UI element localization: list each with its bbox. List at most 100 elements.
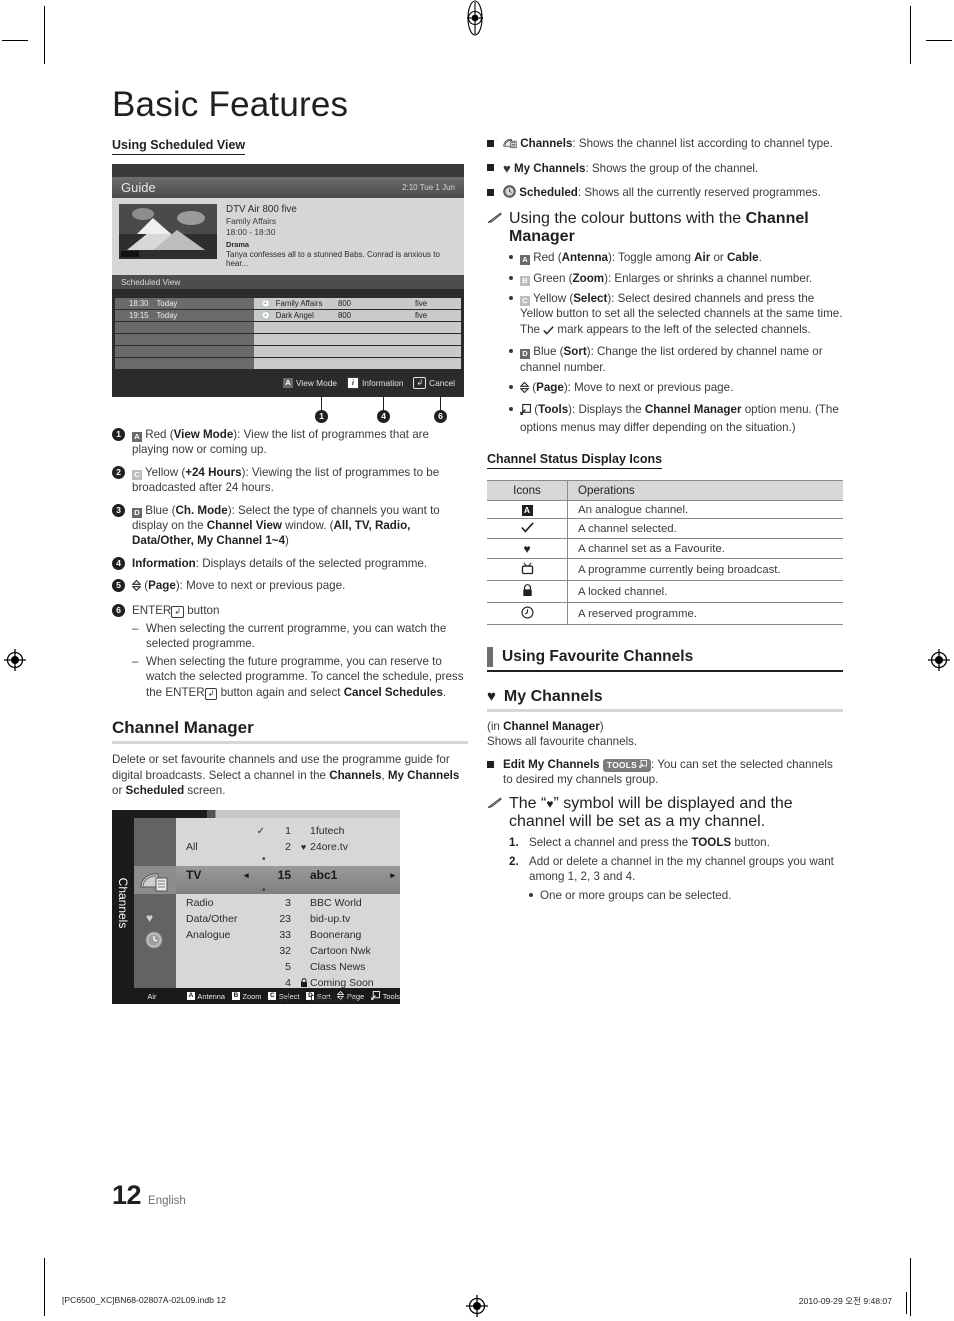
footer-timestamp: 2010-09-29 오전 9:48:07 xyxy=(798,1296,892,1306)
heart-icon[interactable]: ♥ xyxy=(146,911,153,925)
intro-my-channels: My Channels xyxy=(387,768,460,782)
reserved-clock-icon: 🕘 xyxy=(261,299,271,308)
crop-mark-top-right xyxy=(910,6,911,64)
scheduled-row[interactable]: 18:30 Today 🕘 Family Affairs 800 five xyxy=(115,298,461,309)
cm-top-strip xyxy=(112,810,400,819)
scheduled-rows: 18:30 Today 🕘 Family Affairs 800 five 19… xyxy=(112,298,464,369)
programme-synopsis: Tanya confesses all to a stunned Babs. C… xyxy=(226,250,440,268)
page-language: English xyxy=(148,1195,186,1207)
red-key-icon: A xyxy=(283,378,294,388)
lock-icon xyxy=(297,977,310,989)
right-arrow-icon[interactable]: ▸ xyxy=(390,870,395,881)
scheduled-row[interactable] xyxy=(115,358,461,369)
scheduled-row[interactable] xyxy=(115,322,461,333)
cm-channel-number: 3 xyxy=(285,897,291,910)
legend-number: 6 xyxy=(112,603,125,617)
table-row: A channel selected. xyxy=(487,518,843,540)
enter-key-icon: ↲ xyxy=(413,377,427,389)
crop-mark-bottom-left xyxy=(44,1258,45,1316)
cm-row[interactable]: Radio 3 BBC World xyxy=(176,895,400,911)
row-number: 800 xyxy=(338,299,352,308)
cm-row[interactable]: 5 Class News xyxy=(176,959,400,975)
heading-text: My Channels xyxy=(503,687,603,705)
channel-manager-intro: Delete or set favourite channels and use… xyxy=(112,752,468,798)
cm-row[interactable]: Analogue 33 Boonerang xyxy=(176,927,400,943)
crop-mark-bottom-right xyxy=(910,1258,911,1316)
guide-spacer xyxy=(112,289,464,298)
scheduled-row[interactable] xyxy=(115,334,461,345)
cm-category[interactable]: Data/Other xyxy=(176,913,252,925)
heading-channel-manager: Channel Manager xyxy=(112,718,254,738)
cm-channel-name: 24ore.tv xyxy=(310,841,348,854)
guide-titlebar: Guide 2:10 Tue 1 Jun xyxy=(112,177,464,198)
left-arrow-icon[interactable]: ◂ xyxy=(244,870,249,881)
legend-bold: Page xyxy=(148,579,176,593)
my-channels-steps: 1. Select a channel and press the TOOLS … xyxy=(509,835,843,908)
note-lead: Using the colour buttons with the xyxy=(509,210,746,228)
legend-text: : Displays details of the selected progr… xyxy=(195,556,428,570)
dot-bullet xyxy=(509,255,513,260)
cm-category[interactable]: Analogue xyxy=(176,929,252,941)
right-column: Channels: Shows the channel list accordi… xyxy=(487,136,843,915)
legend-subtext-d: Cancel Schedules xyxy=(343,685,443,699)
cm-row[interactable]: 32 Cartoon Nwk xyxy=(176,943,400,959)
scheduled-row[interactable]: 19:15 Today 🕘 Dark Angel 800 five xyxy=(115,310,461,321)
clock-icon[interactable] xyxy=(145,931,163,954)
cm-row[interactable]: All 2 ♥ 24ore.tv xyxy=(176,839,400,855)
cm-channel-number: 33 xyxy=(279,929,291,942)
green-key-icon: B xyxy=(520,275,530,286)
tools-icon xyxy=(520,404,531,419)
legend-bold: Information xyxy=(132,556,196,570)
guide-button-cancel[interactable]: ↲ Cancel xyxy=(413,377,455,389)
colour-item-zoom: B Green (Zoom): Enlarges or shrinks a ch… xyxy=(509,271,843,286)
my-channels-note: The “♥” symbol will be displayed and the… xyxy=(487,795,843,911)
operation-text: A locked channel. xyxy=(567,580,843,604)
cm-channel-number: 15 xyxy=(277,868,291,883)
heading-rule xyxy=(487,670,843,672)
row-prog-cell: 🕘 Family Affairs 800 five xyxy=(254,298,461,309)
tools-chip[interactable]: TOOLS xyxy=(602,758,651,772)
cm-row[interactable]: ✓ 1 1futech xyxy=(176,823,400,839)
operation-text: A reserved programme. xyxy=(567,602,843,626)
legend-item-5: 5 (Page): Move to next or previous page. xyxy=(112,578,468,595)
substep-item: One or more groups can be selected. xyxy=(529,888,843,903)
colour-text: ): Toggle among xyxy=(607,251,695,265)
dot-bullet xyxy=(509,407,513,412)
note-a: The “ xyxy=(509,795,547,813)
cm-category-selected[interactable]: TV xyxy=(176,868,252,882)
row-programme: Family Affairs xyxy=(275,299,323,308)
heading-using-favourite-channels: Using Favourite Channels xyxy=(487,647,843,668)
legend-bold: +24 Hours xyxy=(185,465,242,479)
cm-channel-name: Cartoon Nwk xyxy=(310,945,371,958)
channels-icon[interactable] xyxy=(139,872,171,897)
cm-vertical-rail: Channels xyxy=(112,818,134,989)
heading-using-scheduled-view: Using Scheduled View xyxy=(112,138,246,155)
row-time-cell: 19:15 Today xyxy=(115,310,254,321)
cm-icon-rail: ♥ xyxy=(134,818,176,989)
legend-number: 1 xyxy=(112,428,125,441)
callout-marker: 1 xyxy=(315,410,328,423)
manual-page: Basic Features Using Scheduled View Guid… xyxy=(0,0,954,1321)
colour-item-antenna: A Red (Antenna): Toggle among Air or Cab… xyxy=(509,250,843,266)
info-key-icon: i xyxy=(346,377,359,389)
legend-prefix: Blue ( xyxy=(145,503,176,517)
step-text-a: Select a channel and press the xyxy=(529,836,692,850)
channel-status-icons-table: Icons Operations A An analogue channel. xyxy=(487,480,843,626)
guide-button-information[interactable]: i Information xyxy=(346,377,403,389)
colour-bold: Sort xyxy=(563,345,587,359)
cm-row-selected[interactable]: TV ◂ 15 abc1 ▸ xyxy=(176,861,400,889)
cm-channel-name: abc1 xyxy=(310,868,338,883)
colour-item-page: (Page): Move to next or previous page. xyxy=(509,380,843,397)
cm-row[interactable]: 27 Discovery xyxy=(176,991,400,1007)
cm-row[interactable]: Data/Other 23 bid-up.tv xyxy=(176,911,400,927)
operation-text: An analogue channel. xyxy=(567,500,843,520)
legend-prefix: Red ( xyxy=(145,428,174,441)
scheduled-row[interactable] xyxy=(115,346,461,357)
cm-category[interactable]: Radio xyxy=(176,897,252,909)
cm-row[interactable]: 4 Coming Soon xyxy=(176,975,400,991)
cm-category[interactable]: All xyxy=(176,841,252,853)
scheduled-view-subtitle: Scheduled View xyxy=(112,275,464,289)
step-text-a: Add or delete a channel in the my channe… xyxy=(529,854,834,884)
heading-text: Using Favourite Channels xyxy=(502,648,694,666)
guide-button-view-mode[interactable]: A View Mode xyxy=(283,378,337,388)
